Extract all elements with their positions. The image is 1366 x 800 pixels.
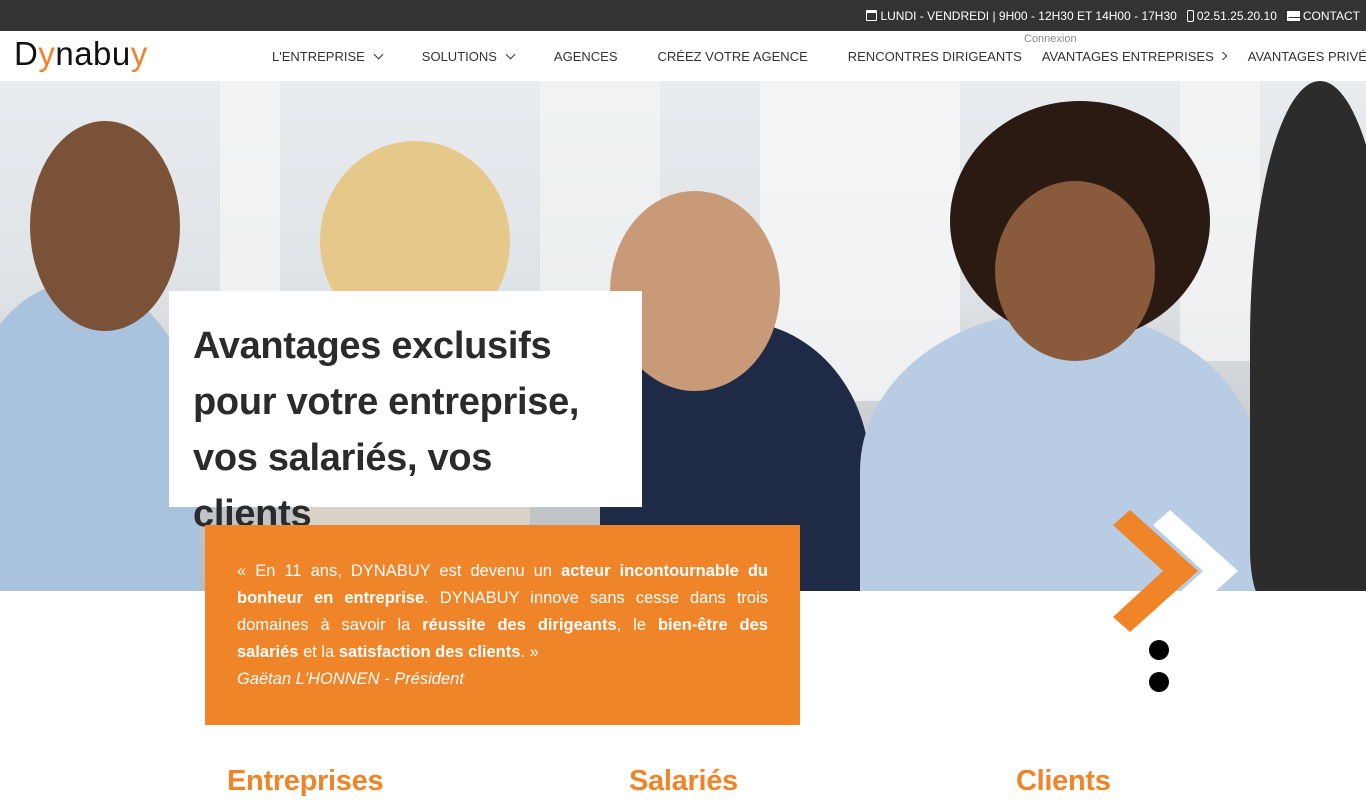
quote-highlight: réussite des dirigeants	[422, 616, 617, 634]
phone-number: 02.51.25.20.10	[1196, 8, 1277, 23]
chevron-down-icon	[373, 49, 384, 59]
logo-text-y-end: y	[130, 35, 148, 72]
nav-item-label: L'ENTREPRISE	[272, 48, 365, 64]
opening-hours-text: LUNDI - VENDREDI | 9H00 - 12H30 ET 14H00…	[880, 8, 1177, 23]
quote-text: « En 11 ans, DYNABUY est devenu un	[237, 562, 562, 580]
main-menu: L'ENTREPRISE SOLUTIONS AGENCES CRÉEZ VOT…	[272, 31, 1366, 81]
nav-item-label: AGENCES	[553, 48, 618, 64]
nav-item-label: AVANTAGES ENTREPRISES	[1041, 48, 1214, 64]
nav-item-avantages-prives[interactable]: AVANTAGES PRIVÉS	[1248, 49, 1366, 64]
mobile-phone-icon	[1186, 9, 1194, 22]
top-bar-info: LUNDI - VENDREDI | 9H00 - 12H30 ET 14H00…	[856, 0, 1360, 31]
nav-item-entreprise[interactable]: L'ENTREPRISE	[272, 48, 384, 64]
top-bar: LUNDI - VENDREDI | 9H00 - 12H30 ET 14H00…	[0, 0, 1366, 31]
quote-highlight: satisfaction des clients	[338, 643, 521, 661]
hero-headline-line-1: Avantages exclusifs	[193, 325, 552, 367]
chevron-down-icon	[505, 49, 516, 59]
double-chevron-right-icon	[1113, 510, 1238, 632]
calendar-icon	[866, 10, 878, 21]
logo-text-nabu: nabu	[55, 35, 131, 72]
president-quote-box: « En 11 ans, DYNABUY est devenu un acteu…	[205, 525, 800, 725]
pillar-salaries-heading: Salariés	[629, 765, 738, 797]
opening-hours: LUNDI - VENDREDI | 9H00 - 12H30 ET 14H00…	[866, 8, 1177, 23]
nav-item-label: AVANTAGES PRIVÉS	[1247, 48, 1366, 64]
contact-link[interactable]: CONTACT	[1286, 8, 1360, 23]
dynabuy-logo[interactable]: Dynabuy	[14, 35, 148, 73]
nav-item-creez-votre-agence[interactable]: CRÉEZ VOTRE AGENCE	[658, 49, 808, 64]
logo-text-d: D	[14, 35, 39, 72]
hero-headline-line-2: pour votre entreprise,	[193, 381, 580, 423]
nav-item-agences[interactable]: AGENCES	[554, 49, 618, 64]
envelope-icon	[1286, 10, 1300, 21]
person-head	[30, 121, 180, 331]
quote-text: , le	[616, 616, 658, 634]
contact-label: CONTACT	[1302, 8, 1360, 23]
person-shirt	[1250, 81, 1366, 591]
phone-link[interactable]: 02.51.25.20.10	[1186, 8, 1277, 23]
nav-item-rencontres-dirigeants[interactable]: RENCONTRES DIRIGEANTS	[848, 49, 1022, 64]
decorative-dot	[1149, 672, 1169, 692]
quote-text: et la	[298, 643, 339, 661]
nav-item-avantages-entreprises[interactable]: AVANTAGES ENTREPRISES	[1041, 48, 1228, 64]
nav-item-label: RENCONTRES DIRIGEANTS	[847, 48, 1022, 64]
decorative-dot	[1149, 640, 1169, 660]
logo-text-y: y	[38, 35, 56, 72]
chevron-right-icon	[1218, 51, 1228, 61]
quote-author: Gaëtan L'HONNEN - Président	[237, 670, 464, 688]
main-navbar: Dynabuy Connexion L'ENTREPRISE SOLUTIONS…	[0, 31, 1366, 81]
hero-headline-box: Avantages exclusifs pour votre entrepris…	[169, 291, 642, 535]
person-head	[995, 181, 1155, 361]
nav-item-label: CRÉEZ VOTRE AGENCE	[657, 48, 808, 64]
nav-item-label: SOLUTIONS	[421, 48, 497, 64]
pillar-entreprises-heading: Entreprises	[227, 765, 384, 797]
decorative-chevrons	[1110, 510, 1250, 700]
nav-item-solutions[interactable]: SOLUTIONS	[421, 48, 516, 64]
quote-text: . »	[520, 643, 539, 661]
pillars-section: Entreprises Salariés Clients	[0, 765, 1366, 800]
president-quote: « En 11 ans, DYNABUY est devenu un acteu…	[237, 558, 768, 666]
pillar-clients-heading: Clients	[1016, 765, 1111, 797]
